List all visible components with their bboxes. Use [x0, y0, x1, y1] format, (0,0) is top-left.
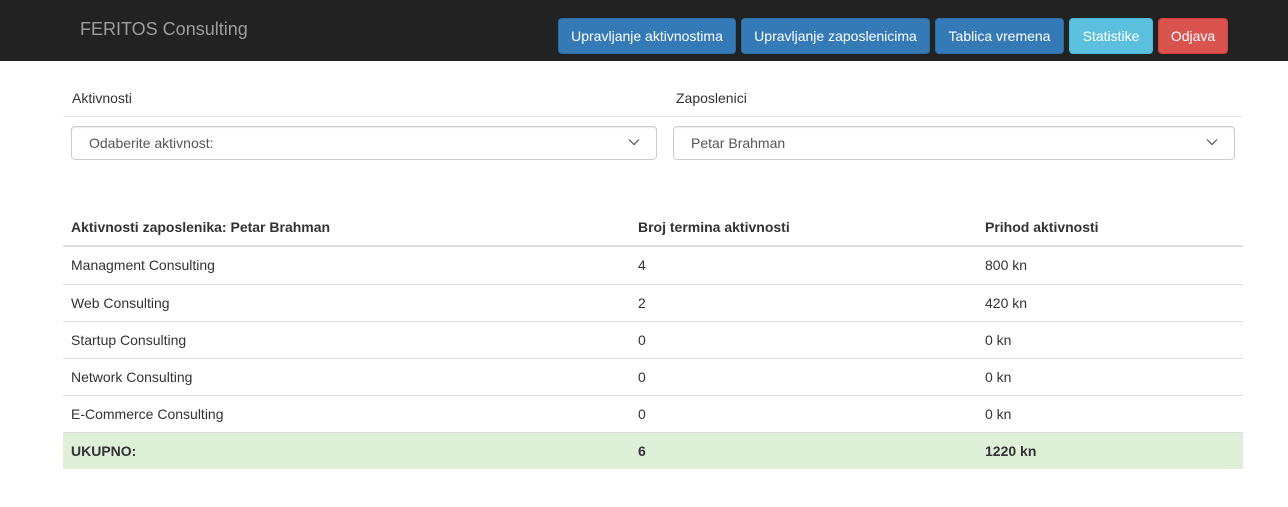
- activity-select-value: Odaberite aktivnost:: [89, 135, 214, 151]
- activity-revenue-cell: 800 kn: [985, 257, 1028, 273]
- activity-revenue-cell: 0 kn: [985, 406, 1012, 422]
- employees-divider: [665, 116, 1243, 117]
- activities-divider: [63, 116, 665, 117]
- activity-name-cell: Web Consulting: [71, 295, 170, 311]
- employees-label: Zaposlenici: [676, 90, 747, 106]
- activity-revenue-cell: 0 kn: [985, 369, 1012, 385]
- nav-button-manage-activities[interactable]: Upravljanje aktivnostima: [558, 18, 736, 54]
- chevron-down-icon: [628, 139, 640, 146]
- nav-button-statistics[interactable]: Statistike: [1069, 18, 1153, 54]
- chevron-down-icon: [1206, 139, 1218, 146]
- brand-logo-text[interactable]: FERITOS Consulting: [80, 19, 248, 40]
- activity-revenue-cell: 420 kn: [985, 295, 1028, 311]
- column-header-count: Broj termina aktivnosti: [638, 219, 790, 235]
- total-revenue-cell: 1220 kn: [985, 443, 1037, 459]
- activity-name-cell: Managment Consulting: [71, 257, 215, 273]
- activity-count-cell: 0: [638, 406, 646, 422]
- total-count-cell: 6: [638, 443, 646, 459]
- activity-count-cell: 0: [638, 332, 646, 348]
- nav-button-timesheet[interactable]: Tablica vremena: [935, 18, 1064, 54]
- activities-label: Aktivnosti: [72, 90, 132, 106]
- activity-revenue-cell: 0 kn: [985, 332, 1012, 348]
- column-header-revenue: Prihod aktivnosti: [985, 219, 1099, 235]
- total-label-cell: UKUPNO:: [71, 443, 137, 459]
- column-header-activity: Aktivnosti zaposlenika: Petar Brahman: [71, 219, 331, 235]
- activity-name-cell: E-Commerce Consulting: [71, 406, 224, 422]
- table-row: Network Consulting 0 0 kn: [63, 358, 1243, 395]
- activity-name-cell: Startup Consulting: [71, 332, 187, 348]
- table-header-row: Aktivnosti zaposlenika: Petar Brahman Br…: [63, 210, 1243, 247]
- activity-name-cell: Network Consulting: [71, 369, 193, 385]
- activity-count-cell: 0: [638, 369, 646, 385]
- activity-count-cell: 2: [638, 295, 646, 311]
- table-row: Managment Consulting 4 800 kn: [63, 247, 1243, 284]
- employee-select-value: Petar Brahman: [691, 135, 786, 151]
- table-row: Startup Consulting 0 0 kn: [63, 321, 1243, 358]
- top-navbar: FERITOS Consulting Upravljanje aktivnost…: [0, 0, 1288, 61]
- table-row: Web Consulting 2 420 kn: [63, 284, 1243, 321]
- table-row: E-Commerce Consulting 0 0 kn: [63, 395, 1243, 432]
- logout-button[interactable]: Odjava: [1158, 18, 1228, 54]
- activity-count-cell: 4: [638, 257, 646, 273]
- employee-select[interactable]: Petar Brahman: [673, 126, 1235, 160]
- activity-stats-table: Aktivnosti zaposlenika: Petar Brahman Br…: [63, 210, 1243, 469]
- activity-select[interactable]: Odaberite aktivnost:: [71, 126, 657, 160]
- nav-button-manage-employees[interactable]: Upravljanje zaposlenicima: [741, 18, 930, 54]
- table-total-row: UKUPNO: 6 1220 kn: [63, 432, 1243, 469]
